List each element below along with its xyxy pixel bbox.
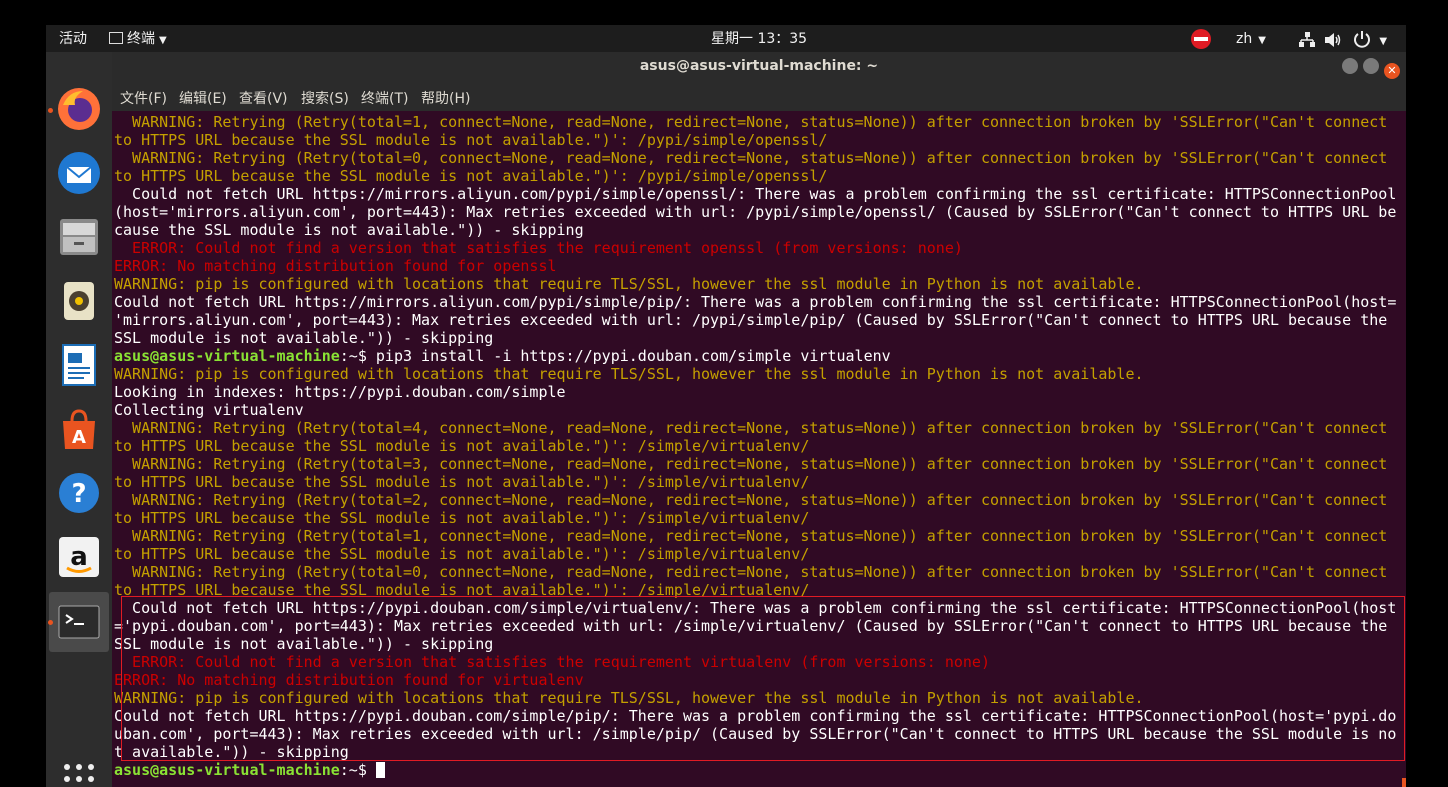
terminal-line: WARNING: Retrying (Retry(total=1, connec… xyxy=(114,113,1388,131)
menu-terminal[interactable]: 终端(T) xyxy=(361,88,408,108)
help-icon[interactable]: ? xyxy=(55,469,103,517)
network-icon xyxy=(1299,32,1315,47)
terminal-line: ERROR: No matching distribution found fo… xyxy=(114,257,557,275)
libreoffice-writer-icon[interactable] xyxy=(55,341,103,389)
scrollbar[interactable] xyxy=(1402,778,1406,787)
terminal-line: Looking in indexes: https://pypi.douban.… xyxy=(114,383,566,401)
terminal-line: ERROR: Could not find a version that sat… xyxy=(114,239,963,257)
activities-label: 活动 xyxy=(59,31,87,47)
files-icon[interactable] xyxy=(55,213,103,261)
terminal-line: asus@asus-virtual-machine:~$ xyxy=(114,761,385,779)
terminal-line: 'mirrors.aliyun.com', port=443): Max ret… xyxy=(114,311,1388,329)
command-text: pip3 install -i https://pypi.douban.com/… xyxy=(375,347,891,365)
svg-text:A: A xyxy=(72,427,86,448)
terminal-line: WARNING: pip is configured with location… xyxy=(114,365,1144,383)
terminal-line: SSL module is not available.")) - skippi… xyxy=(114,329,494,347)
maximize-icon[interactable] xyxy=(1363,58,1380,74)
prompt-user: asus@asus-virtual-machine xyxy=(114,347,340,365)
clock[interactable]: 星期一 13：35 xyxy=(711,25,807,52)
terminal-line: cause the SSL module is not available.")… xyxy=(114,221,584,239)
svg-text:a: a xyxy=(70,542,88,572)
window-title: asus@asus-virtual-machine: ~ xyxy=(639,58,879,74)
volume-icon xyxy=(1325,33,1341,47)
caret-down-icon: ▼ xyxy=(1379,36,1388,47)
menu-edit[interactable]: 编辑(E) xyxy=(179,88,227,108)
terminal-line: Collecting virtualenv xyxy=(114,401,304,419)
menu-help[interactable]: 帮助(H) xyxy=(421,88,470,108)
terminal-line: WARNING: Retrying (Retry(total=1, connec… xyxy=(114,527,1388,545)
terminal-line: (host='mirrors.aliyun.com', port=443): M… xyxy=(114,203,1397,221)
activities-button[interactable]: 活动 xyxy=(59,25,87,52)
thunderbird-icon[interactable] xyxy=(55,149,103,197)
caret-down-icon: ▼ xyxy=(159,35,167,46)
close-icon[interactable]: ✕ xyxy=(1384,63,1400,79)
minimize-icon[interactable] xyxy=(1342,58,1359,74)
terminal-line: to HTTPS URL because the SSL module is n… xyxy=(114,437,810,455)
text-cursor xyxy=(375,762,385,778)
terminal-line: to HTTPS URL because the SSL module is n… xyxy=(114,509,810,527)
menu-search[interactable]: 搜索(S) xyxy=(301,88,349,108)
prompt-suffix: :~$ xyxy=(339,347,376,365)
language-label: zh xyxy=(1236,31,1253,47)
prompt-suffix: :~$ xyxy=(339,761,376,779)
system-menu[interactable]: ▼ xyxy=(1298,25,1387,52)
terminal-line: Could not fetch URL https://mirrors.aliy… xyxy=(114,185,1397,203)
do-not-disturb-icon[interactable] xyxy=(1190,25,1212,52)
terminal-small-icon xyxy=(109,32,123,44)
rhythmbox-icon[interactable] xyxy=(55,277,103,325)
top-bar: 活动 终端 ▼ 星期一 13：35 zh ▼ ▼ xyxy=(46,25,1406,52)
running-indicator xyxy=(48,620,53,625)
show-applications-icon[interactable] xyxy=(55,761,103,787)
terminal-line: WARNING: Retrying (Retry(total=0, connec… xyxy=(114,563,1388,581)
terminal-line: WARNING: Retrying (Retry(total=2, connec… xyxy=(114,491,1388,509)
firefox-icon[interactable] xyxy=(55,85,103,133)
terminal-icon[interactable] xyxy=(55,598,103,646)
terminal-line: to HTTPS URL because the SSL module is n… xyxy=(114,131,828,149)
running-indicator xyxy=(48,108,53,113)
terminal-menubar: 文件(F) 编辑(E) 查看(V) 搜索(S) 终端(T) 帮助(H) xyxy=(112,81,1406,111)
terminal-line: to HTTPS URL because the SSL module is n… xyxy=(114,473,810,491)
amazon-icon[interactable]: a xyxy=(55,533,103,581)
svg-text:?: ? xyxy=(71,479,86,509)
dock: A ? a xyxy=(46,52,112,787)
app-menu[interactable]: 终端 ▼ xyxy=(109,25,167,52)
annotation-highlight-box xyxy=(121,596,1405,761)
terminal-line: WARNING: Retrying (Retry(total=3, connec… xyxy=(114,455,1388,473)
clock-label: 星期一 13：35 xyxy=(711,31,808,47)
language-menu[interactable]: zh ▼ xyxy=(1236,25,1266,52)
prompt-user: asus@asus-virtual-machine xyxy=(114,761,340,779)
menu-view[interactable]: 查看(V) xyxy=(239,88,288,108)
caret-down-icon: ▼ xyxy=(1258,35,1266,46)
terminal-line: Could not fetch URL https://mirrors.aliy… xyxy=(114,293,1397,311)
no-entry-icon xyxy=(1191,29,1211,49)
terminal-line: WARNING: pip is configured with location… xyxy=(114,275,1144,293)
app-menu-label: 终端 xyxy=(127,31,155,47)
ubuntu-software-icon[interactable]: A xyxy=(55,405,103,453)
terminal-line: WARNING: Retrying (Retry(total=4, connec… xyxy=(114,419,1388,437)
terminal-line: to HTTPS URL because the SSL module is n… xyxy=(114,167,828,185)
terminal-line: asus@asus-virtual-machine:~$ pip3 instal… xyxy=(114,347,891,365)
window-titlebar[interactable]: asus@asus-virtual-machine: ~ ✕ xyxy=(112,52,1406,81)
power-icon xyxy=(1353,31,1370,48)
terminal-line: WARNING: Retrying (Retry(total=0, connec… xyxy=(114,149,1388,167)
terminal-line: to HTTPS URL because the SSL module is n… xyxy=(114,545,810,563)
menu-file[interactable]: 文件(F) xyxy=(120,88,167,108)
window-controls: ✕ xyxy=(1342,58,1400,79)
